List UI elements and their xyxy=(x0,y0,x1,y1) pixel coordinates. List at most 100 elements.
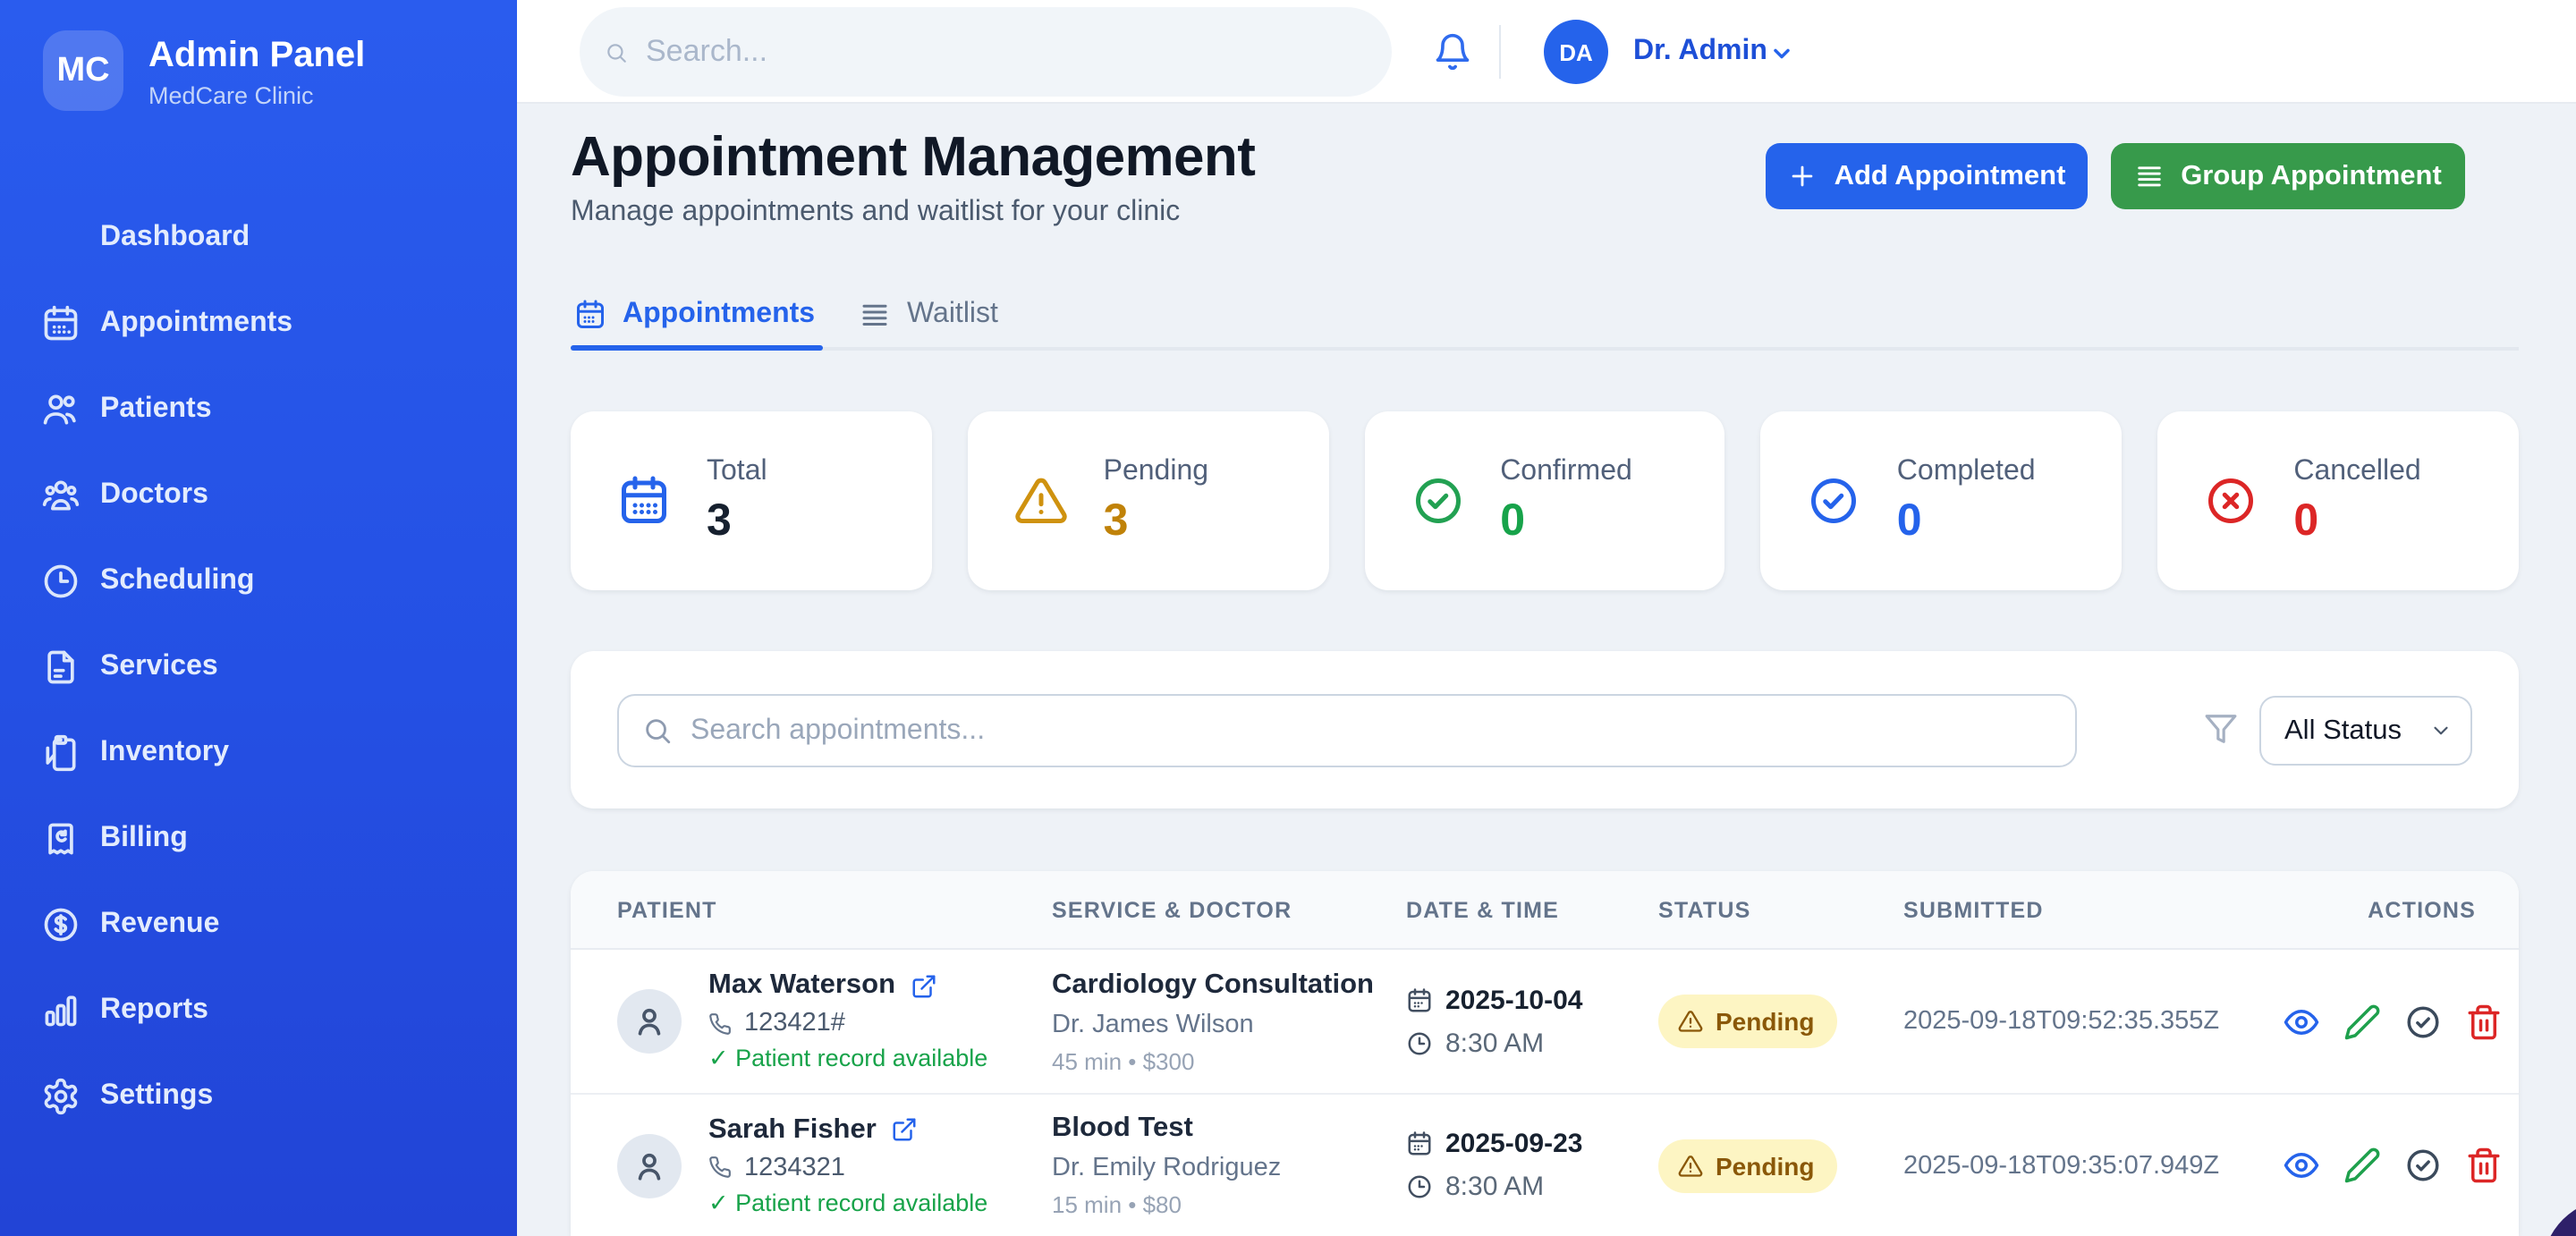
patient-record-note: ✓ Patient record available xyxy=(708,1189,987,1217)
appointment-time: 8:30 AM xyxy=(1445,1028,1544,1058)
bell-icon[interactable] xyxy=(1433,32,1472,72)
patient-phone: 123421# xyxy=(744,1009,845,1037)
stat-value: 0 xyxy=(1500,495,1632,546)
trash-icon xyxy=(2465,1147,2503,1184)
delete-button[interactable] xyxy=(2465,1147,2503,1184)
stat-card-cancelled: Cancelled 0 xyxy=(2157,411,2519,590)
check-circle-icon xyxy=(1808,474,1861,528)
sidebar-item-label: Patients xyxy=(100,394,212,426)
app-root: MC Admin Panel MedCare Clinic Dashboard … xyxy=(0,0,2576,1236)
plus-icon xyxy=(1788,161,1818,191)
chevron-down-icon xyxy=(2429,719,2453,742)
stat-label: Pending xyxy=(1104,455,1208,487)
check-circle-icon xyxy=(1411,474,1464,528)
stat-card-completed: Completed 0 xyxy=(1761,411,2123,590)
sidebar-item-label: Settings xyxy=(100,1080,213,1113)
global-search-placeholder: Search... xyxy=(646,34,767,70)
sidebar-item-dashboard[interactable]: Dashboard xyxy=(29,195,488,281)
stat-label: Completed xyxy=(1897,455,2036,487)
patient-avatar xyxy=(617,989,682,1054)
x-circle-icon xyxy=(2204,474,2258,528)
table-header: Patient Service & Doctor Date & Time Sta… xyxy=(571,871,2519,950)
search-icon xyxy=(605,40,628,63)
status-filter-select[interactable]: All Status xyxy=(2259,696,2472,766)
appointment-date: 2025-10-04 xyxy=(1445,985,1582,1015)
sidebar-item-settings[interactable]: Settings xyxy=(29,1054,488,1139)
clock-icon xyxy=(41,562,80,601)
topbar: Search... DA Dr. Admin xyxy=(517,0,2576,104)
group-appointment-label: Group Appointment xyxy=(2181,160,2442,192)
external-link-icon[interactable] xyxy=(910,972,936,999)
service-meta: 45 min • $300 xyxy=(1052,1047,1406,1074)
patient-name: Max Waterson xyxy=(708,969,895,1002)
stat-card-pending: Pending 3 xyxy=(968,411,1329,590)
appointment-time: 8:30 AM xyxy=(1445,1172,1544,1202)
page-subtitle: Manage appointments and waitlist for you… xyxy=(571,197,1180,229)
main-content: Appointment Management Manage appointmen… xyxy=(517,104,2576,1236)
group-appointment-button[interactable]: Group Appointment xyxy=(2111,143,2465,209)
sidebar-item-label: Appointments xyxy=(100,308,292,340)
view-button[interactable] xyxy=(2283,1003,2320,1040)
appointments-search-input[interactable]: Search appointments... xyxy=(617,694,2077,767)
appointment-date: 2025-09-23 xyxy=(1445,1129,1582,1159)
sidebar-item-doctors[interactable]: Doctors xyxy=(29,453,488,538)
warning-icon xyxy=(1678,1153,1703,1178)
dollar-icon xyxy=(41,905,80,944)
pencil-icon xyxy=(2343,1003,2381,1040)
global-search-input[interactable]: Search... xyxy=(580,7,1392,97)
sidebar-item-revenue[interactable]: Revenue xyxy=(29,882,488,968)
tab-appointments[interactable]: Appointments xyxy=(574,281,815,347)
topbar-divider xyxy=(1499,25,1501,79)
sidebar-item-label: Inventory xyxy=(100,737,229,769)
sidebar-item-services[interactable]: Services xyxy=(29,624,488,710)
clock-icon xyxy=(1406,1173,1433,1200)
col-actions: Actions xyxy=(2283,897,2476,922)
appointments-search-placeholder: Search appointments... xyxy=(691,715,985,747)
tab-bar: Appointments Waitlist xyxy=(571,284,2519,351)
phone-icon xyxy=(708,1012,732,1035)
table-row: Sarah Fisher 1234321 ✓ Patient record av… xyxy=(571,1093,2519,1236)
calendar-icon xyxy=(41,304,80,343)
stat-cards: Total 3 Pending 3 Confirmed 0 xyxy=(571,411,2519,590)
patient-record-note: ✓ Patient record available xyxy=(708,1045,987,1073)
avatar[interactable]: DA xyxy=(1544,20,1608,84)
users-icon xyxy=(41,390,80,429)
edit-button[interactable] xyxy=(2343,1147,2381,1184)
doctor-name: Dr. Emily Rodriguez xyxy=(1052,1154,1406,1182)
stat-card-confirmed: Confirmed 0 xyxy=(1364,411,1725,590)
delete-button[interactable] xyxy=(2465,1003,2503,1040)
service-name: Blood Test xyxy=(1052,1113,1406,1145)
chevron-down-icon[interactable] xyxy=(1769,41,1794,66)
external-link-icon[interactable] xyxy=(891,1116,918,1143)
clock-icon xyxy=(1406,1029,1433,1056)
view-button[interactable] xyxy=(2283,1147,2320,1184)
patient-phone: 1234321 xyxy=(744,1153,845,1181)
edit-button[interactable] xyxy=(2343,1003,2381,1040)
submitted-timestamp: 2025-09-18T09:35:07.949Z xyxy=(1903,1151,2283,1180)
sidebar-item-patients[interactable]: Patients xyxy=(29,367,488,453)
confirm-button[interactable] xyxy=(2404,1147,2442,1184)
add-appointment-label: Add Appointment xyxy=(1835,160,2066,192)
tab-label: Appointments xyxy=(623,298,815,330)
confirm-button[interactable] xyxy=(2404,1003,2442,1040)
pencil-icon xyxy=(2343,1147,2381,1184)
sidebar-item-reports[interactable]: Reports xyxy=(29,968,488,1054)
calendar-icon xyxy=(1406,986,1433,1013)
search-icon xyxy=(642,715,673,746)
brand-title: Admin Panel xyxy=(148,33,365,76)
sidebar-item-scheduling[interactable]: Scheduling xyxy=(29,538,488,624)
user-menu[interactable]: Dr. Admin xyxy=(1633,36,1767,68)
calendar-icon xyxy=(617,474,671,528)
sidebar-item-inventory[interactable]: Inventory xyxy=(29,710,488,796)
sidebar-item-label: Scheduling xyxy=(100,565,254,597)
list-icon xyxy=(2134,161,2165,191)
sidebar-item-billing[interactable]: Billing xyxy=(29,796,488,882)
sidebar-item-label: Reports xyxy=(100,995,208,1027)
tab-waitlist[interactable]: Waitlist xyxy=(859,281,998,347)
sidebar-item-label: Revenue xyxy=(100,909,219,941)
sidebar-nav: Dashboard Appointments Patients Doctors … xyxy=(29,195,488,1139)
col-service-doctor: Service & Doctor xyxy=(1052,897,1406,922)
status-badge: Pending xyxy=(1658,1139,1837,1192)
sidebar-item-appointments[interactable]: Appointments xyxy=(29,281,488,367)
add-appointment-button[interactable]: Add Appointment xyxy=(1766,143,2088,209)
